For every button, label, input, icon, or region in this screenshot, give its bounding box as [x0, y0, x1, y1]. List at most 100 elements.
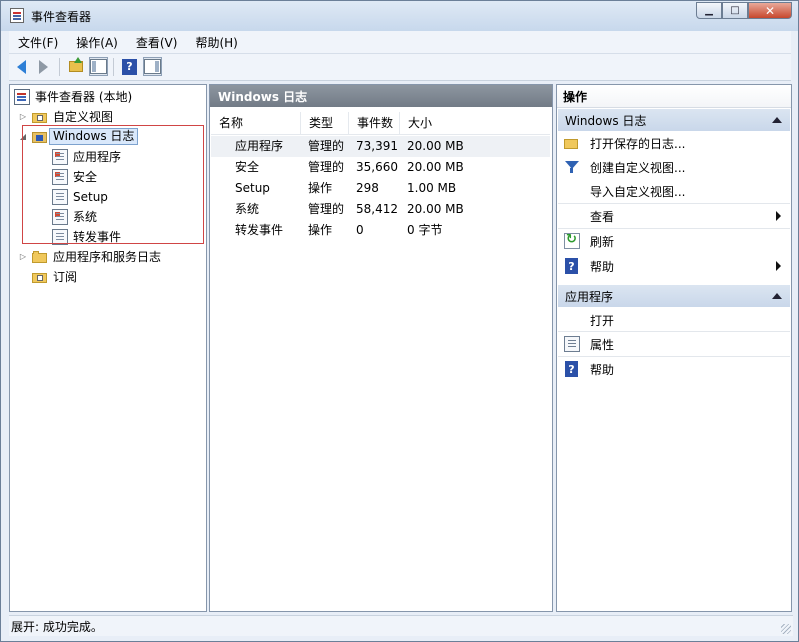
- help-toolbar-button[interactable]: ?: [120, 57, 139, 76]
- console-tree[interactable]: 事件查看器 (本地) ▷ 自定义视图 ◢ Windows 日志 应用程序 安全 …: [9, 84, 207, 612]
- cell-type: 操作: [308, 223, 333, 237]
- column-header-size[interactable]: 大小: [400, 112, 550, 134]
- section-title: Windows 日志: [565, 113, 647, 128]
- event-viewer-icon: [10, 8, 24, 23]
- collapse-arrow-icon[interactable]: [772, 117, 782, 123]
- action-open[interactable]: 打开: [558, 309, 790, 331]
- actions-pane-header: 操作: [557, 85, 791, 108]
- submenu-arrow-icon: [776, 211, 781, 221]
- tree-item-app-service-logs[interactable]: ▷ 应用程序和服务日志: [18, 247, 161, 266]
- table-row[interactable]: 转发事件 操作 0 0 字节: [211, 220, 550, 241]
- action-refresh[interactable]: 刷新: [558, 230, 790, 252]
- action-label: 打开保存的日志...: [590, 136, 686, 151]
- folder-up-icon: [68, 57, 83, 72]
- table-row[interactable]: Setup 操作 298 1.00 MB: [211, 178, 550, 199]
- log-icon: [52, 168, 68, 185]
- status-bar: 展开: 成功完成。: [9, 615, 793, 636]
- log-list-pane: Windows 日志 名称 类型 事件数 大小 应用程序 管理的 73,391 …: [209, 84, 553, 612]
- tree-item-system[interactable]: 系统: [52, 207, 97, 226]
- forward-button[interactable]: [34, 57, 53, 76]
- cell-type: 管理的: [308, 139, 345, 153]
- cell-name: 应用程序: [235, 139, 284, 153]
- action-label: 帮助: [590, 362, 615, 377]
- cell-size: 1.00 MB: [407, 181, 457, 195]
- collapse-icon[interactable]: ◢: [18, 132, 28, 142]
- cell-count: 298: [356, 181, 379, 195]
- action-label: 属性: [590, 337, 615, 352]
- divider: [558, 356, 790, 357]
- expand-icon[interactable]: ▷: [18, 112, 28, 122]
- menu-action[interactable]: 操作(A): [67, 34, 127, 51]
- window-controls: ▁ □ ✕: [696, 2, 792, 19]
- maximize-button[interactable]: □: [722, 2, 748, 19]
- forward-arrow-icon: [39, 59, 48, 74]
- tree-item-windows-logs[interactable]: ◢ Windows 日志: [18, 127, 139, 146]
- tree-item-label: 应用程序和服务日志: [53, 250, 162, 264]
- table-row[interactable]: 安全 管理的 35,660 20.00 MB: [211, 157, 550, 178]
- table-row[interactable]: 系统 管理的 58,412 20.00 MB: [211, 199, 550, 220]
- expand-icon[interactable]: ▷: [18, 252, 28, 262]
- blank-icon: [564, 208, 580, 224]
- cell-name: 安全: [235, 160, 260, 174]
- show-hide-action-pane-button[interactable]: [143, 57, 162, 76]
- back-button[interactable]: [12, 57, 31, 76]
- table-row[interactable]: 应用程序 管理的 73,391 20.00 MB: [211, 136, 550, 157]
- action-help-windows-logs[interactable]: ? 帮助: [558, 255, 790, 277]
- tree-item-root[interactable]: 事件查看器 (本地): [14, 87, 132, 106]
- actions-pane: 操作 Windows 日志 打开保存的日志... 创建自定义视图... 导入自定…: [556, 84, 792, 612]
- tree-item-custom-views[interactable]: ▷ 自定义视图: [18, 107, 113, 126]
- tree-item-label: Setup: [73, 189, 108, 204]
- cell-type: 操作: [308, 181, 333, 195]
- action-label: 帮助: [590, 259, 615, 274]
- tree-item-subscriptions[interactable]: 订阅: [32, 267, 77, 286]
- divider: [558, 228, 790, 229]
- column-header-type[interactable]: 类型: [301, 112, 349, 134]
- log-icon: [52, 228, 68, 245]
- close-button[interactable]: ✕: [748, 2, 792, 19]
- action-properties[interactable]: 属性: [558, 333, 790, 355]
- column-header-count[interactable]: 事件数: [349, 112, 400, 134]
- filter-icon: [564, 159, 580, 175]
- title-bar[interactable]: 事件查看器 ▁ □ ✕: [1, 1, 798, 31]
- console-tree-icon: [90, 59, 107, 74]
- action-view[interactable]: 查看: [558, 205, 790, 227]
- cell-type: 管理的: [308, 202, 345, 216]
- close-icon: ✕: [764, 3, 776, 18]
- menu-bar: 文件(F) 操作(A) 查看(V) 帮助(H): [9, 31, 791, 54]
- status-text: 展开: 成功完成。: [11, 619, 103, 634]
- help-icon: ?: [565, 361, 578, 377]
- action-pane-icon: [144, 59, 161, 74]
- tree-item-application[interactable]: 应用程序: [52, 147, 121, 166]
- open-folder-icon: [564, 135, 580, 151]
- minimize-icon: ▁: [705, 5, 713, 16]
- up-folder-button[interactable]: [66, 57, 85, 76]
- menu-help[interactable]: 帮助(H): [186, 34, 246, 51]
- log-icon: [52, 188, 68, 205]
- cell-name: 转发事件: [235, 223, 284, 237]
- action-create-custom-view[interactable]: 创建自定义视图...: [558, 156, 790, 178]
- menu-file[interactable]: 文件(F): [9, 34, 67, 51]
- event-viewer-icon: [14, 88, 30, 105]
- column-header-name[interactable]: 名称: [211, 112, 301, 134]
- collapse-arrow-icon[interactable]: [772, 293, 782, 299]
- show-hide-tree-button[interactable]: [89, 57, 108, 76]
- action-import-custom-view[interactable]: 导入自定义视图...: [558, 180, 790, 202]
- action-label: 刷新: [590, 234, 615, 249]
- cell-count: 0: [356, 223, 364, 237]
- action-open-saved-log[interactable]: 打开保存的日志...: [558, 132, 790, 154]
- resize-grip-icon[interactable]: [781, 624, 791, 634]
- actions-section-windows-logs[interactable]: Windows 日志: [558, 109, 790, 131]
- action-label: 打开: [590, 313, 615, 328]
- tree-item-forwarded-events[interactable]: 转发事件: [52, 227, 121, 246]
- cell-name: 系统: [235, 202, 260, 216]
- tree-item-setup[interactable]: Setup: [52, 187, 108, 206]
- cell-count: 35,660: [356, 160, 398, 174]
- minimize-button[interactable]: ▁: [696, 2, 722, 19]
- menu-view[interactable]: 查看(V): [127, 34, 187, 51]
- action-help-application[interactable]: ? 帮助: [558, 358, 790, 380]
- tree-item-security[interactable]: 安全: [52, 167, 97, 186]
- actions-section-application[interactable]: 应用程序: [558, 285, 790, 307]
- back-arrow-icon: [17, 59, 26, 74]
- section-title: 应用程序: [565, 289, 614, 304]
- help-icon: ?: [565, 258, 578, 274]
